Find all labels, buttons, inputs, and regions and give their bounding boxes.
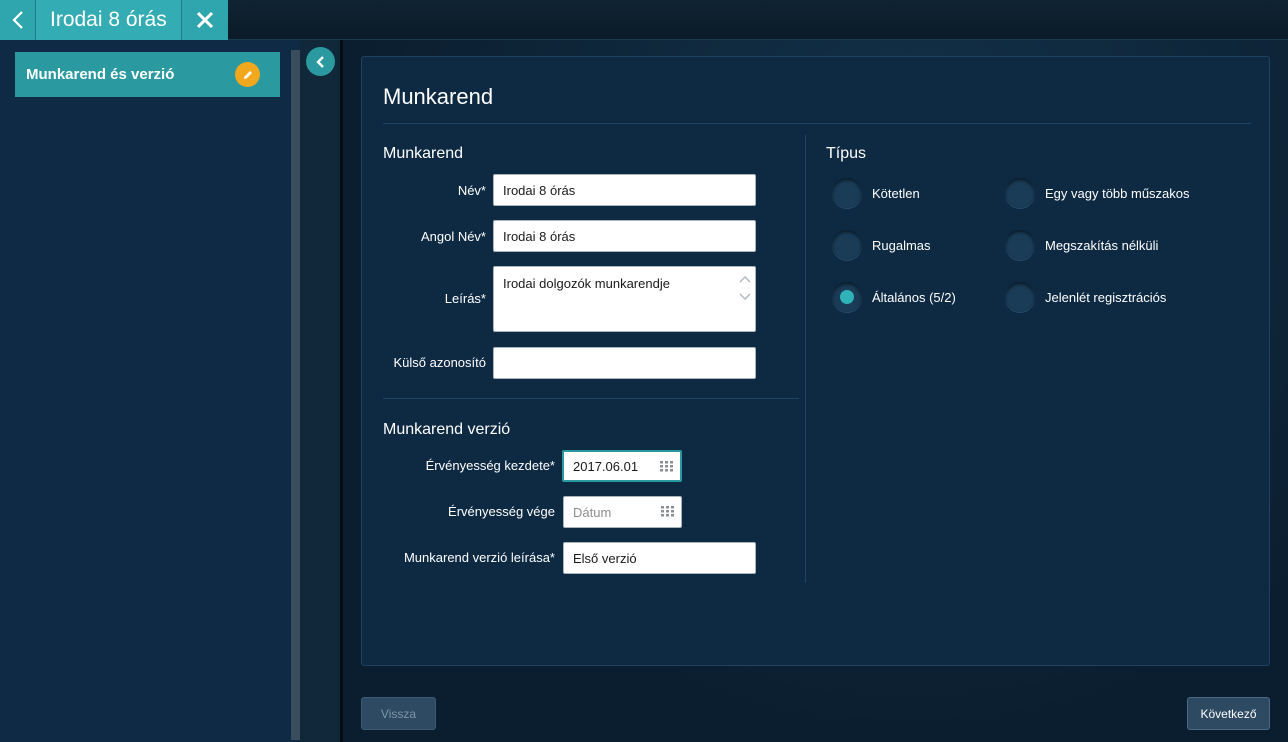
next-step-button[interactable]: Következő [1187,697,1270,730]
valid-from-label: Érvényesség kezdete* [425,458,555,473]
valid-from-value: 2017.06.01 [573,458,639,474]
radio-megszakitas-nelkuli[interactable] [1005,230,1035,260]
valid-from-input[interactable]: 2017.06.01 [562,450,682,482]
collapse-sidebar-button[interactable] [306,47,335,76]
page-title: Munkarend [383,84,494,109]
radio-rugalmas[interactable] [832,230,862,260]
external-id-label: Külső azonosító [393,355,486,370]
sidebar-item-munkarend-es-verzio[interactable]: Munkarend és verzió [15,52,280,97]
chevron-left-icon [11,11,23,29]
description-textarea[interactable]: Irodai dolgozók munkarendje [493,266,756,332]
panel-divider [300,40,342,742]
radio-muszakos[interactable] [1005,178,1035,208]
valid-to-label: Érvényesség vége [448,504,555,519]
tab-group: Irodai 8 órás [0,0,228,40]
title-divider [383,123,1251,124]
sidebar-item-label: Munkarend és verzió [26,66,175,83]
valid-to-input[interactable]: Dátum [563,496,682,528]
back-button[interactable] [0,0,36,40]
form-card: Munkarend Munkarend Név* Irodai 8 órás A… [361,56,1270,666]
english-name-label: Angol Név* [420,229,486,244]
radio-jelenlet[interactable] [1005,282,1035,312]
calendar-icon[interactable] [660,461,674,472]
tab-title[interactable]: Irodai 8 órás [36,0,182,40]
valid-to-placeholder: Dátum [573,504,612,520]
radio-label-muszakos[interactable]: Egy vagy több műszakos [1045,186,1190,201]
calendar-icon[interactable] [661,506,675,517]
chevron-up-icon[interactable] [739,275,751,283]
section-divider [383,398,799,399]
radio-kotetlen[interactable] [832,178,862,208]
edit-icon[interactable] [235,62,260,87]
radio-label-jelenlet[interactable]: Jelenlét regisztrációs [1045,290,1166,305]
chevron-left-icon [315,55,324,68]
radio-altalanos[interactable] [832,282,862,312]
radio-label-kotetlen[interactable]: Kötetlen [872,186,920,201]
radio-label-megszakitas-nelkuli[interactable]: Megszakítás nélküli [1045,238,1158,253]
english-name-input[interactable]: Irodai 8 órás [493,220,756,252]
version-description-label: Munkarend verzió leírása* [403,550,555,565]
chevron-down-icon[interactable] [739,293,751,301]
back-step-button[interactable]: Vissza [361,697,436,730]
name-label: Név* [457,183,486,198]
radio-label-rugalmas[interactable]: Rugalmas [872,238,931,253]
left-panel: Munkarend és verzió [0,40,300,742]
version-description-input[interactable]: Első verzió [563,542,756,574]
description-text: Irodai dolgozók munkarendje [503,276,670,291]
section-title-verzio: Munkarend verzió [383,421,511,438]
external-id-input[interactable] [493,347,756,379]
close-icon [196,12,213,28]
description-label: Leírás* [444,291,486,306]
section-title-munkarend: Munkarend [383,145,464,162]
name-input[interactable]: Irodai 8 órás [493,174,756,206]
textarea-scroll[interactable] [739,275,751,301]
close-button[interactable] [181,0,228,40]
pencil-icon [243,70,252,79]
radio-label-altalanos[interactable]: Általános (5/2) [872,290,956,305]
sidebar-scrollbar[interactable] [291,50,300,740]
section-title-tipus: Típus [826,145,867,162]
top-bar: Irodai 8 órás [0,0,1288,40]
column-divider [805,135,806,583]
